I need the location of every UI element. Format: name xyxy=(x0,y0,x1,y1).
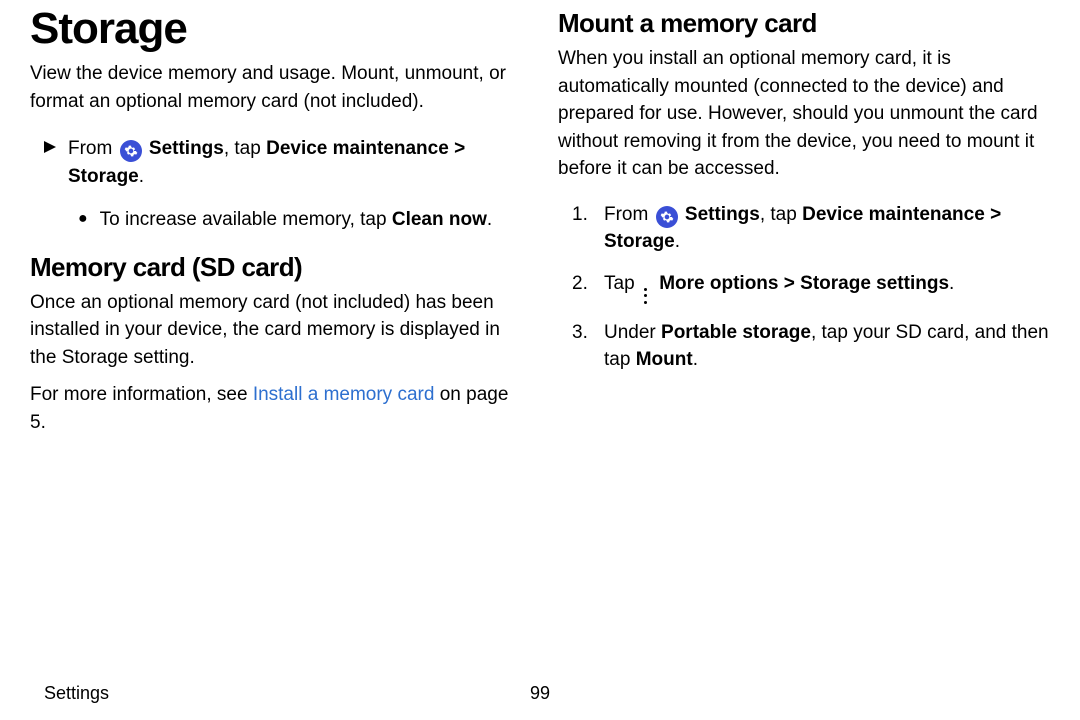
footer-page-number: 99 xyxy=(530,683,550,704)
list-item: From Settings, tap Device maintenance > … xyxy=(572,201,1050,256)
device-maintenance-label: Device maintenance xyxy=(266,138,449,159)
more-options-label: More options xyxy=(659,273,778,294)
page-title: Storage xyxy=(30,4,522,54)
gear-icon xyxy=(120,140,142,162)
step-text: Tap More options > Storage settings. xyxy=(604,270,954,305)
step-number xyxy=(572,270,590,298)
settings-label: Settings xyxy=(149,138,224,159)
sd-card-heading: Memory card (SD card) xyxy=(30,252,522,283)
bullet-icon: ● xyxy=(78,206,88,232)
text-segment: . xyxy=(487,209,492,230)
text-segment: To increase available memory, tap xyxy=(100,209,392,230)
text-segment: , tap xyxy=(760,204,802,225)
text-segment: From xyxy=(68,138,118,159)
nav-path-item: From Settings, tap Device maintenance > … xyxy=(30,135,522,190)
text-segment: From xyxy=(604,204,654,225)
step-number xyxy=(572,201,590,229)
gear-icon xyxy=(656,206,678,228)
storage-label: Storage xyxy=(68,166,139,187)
list-item: Under Portable storage, tap your SD card… xyxy=(572,319,1050,374)
storage-settings-label: Storage settings xyxy=(800,273,949,294)
chevron: > xyxy=(449,138,465,159)
settings-label: Settings xyxy=(685,204,760,225)
mount-card-heading: Mount a memory card xyxy=(558,8,1050,39)
text-segment: . xyxy=(139,166,144,187)
clean-now-label: Clean now xyxy=(392,209,487,230)
step-text: Under Portable storage, tap your SD card… xyxy=(604,319,1050,374)
steps-list: From Settings, tap Device maintenance > … xyxy=(558,201,1050,374)
sd-more-info: For more information, see Install a memo… xyxy=(30,381,522,436)
install-memory-card-link[interactable]: Install a memory card xyxy=(253,384,435,405)
storage-label: Storage xyxy=(604,231,675,252)
more-options-icon xyxy=(642,287,650,305)
bullet-text: To increase available memory, tap Clean … xyxy=(100,206,492,234)
mount-label: Mount xyxy=(636,349,693,370)
text-segment: For more information, see xyxy=(30,384,253,405)
page-footer: Settings 99 xyxy=(0,683,1080,704)
triangle-icon xyxy=(44,141,56,153)
step-number xyxy=(572,319,590,347)
chevron: > xyxy=(985,204,1001,225)
list-item: Tap More options > Storage settings. xyxy=(572,270,1050,305)
text-segment: . xyxy=(675,231,680,252)
bullet-item: ● To increase available memory, tap Clea… xyxy=(30,206,522,234)
step-text: From Settings, tap Device maintenance > … xyxy=(604,201,1050,256)
intro-paragraph: View the device memory and usage. Mount,… xyxy=(30,60,522,115)
text-segment: Under xyxy=(604,322,661,343)
left-column: Storage View the device memory and usage… xyxy=(30,2,522,446)
page-content: Storage View the device memory and usage… xyxy=(0,2,1080,446)
text-segment: Tap xyxy=(604,273,640,294)
chevron: > xyxy=(778,273,800,294)
text-segment: . xyxy=(693,349,698,370)
device-maintenance-label: Device maintenance xyxy=(802,204,985,225)
nav-path-text: From Settings, tap Device maintenance > … xyxy=(68,135,522,190)
sd-card-paragraph: Once an optional memory card (not includ… xyxy=(30,289,522,372)
text-segment: , tap xyxy=(224,138,266,159)
portable-storage-label: Portable storage xyxy=(661,322,811,343)
mount-card-paragraph: When you install an optional memory card… xyxy=(558,45,1050,183)
right-column: Mount a memory card When you install an … xyxy=(558,2,1050,446)
text-segment: . xyxy=(949,273,954,294)
